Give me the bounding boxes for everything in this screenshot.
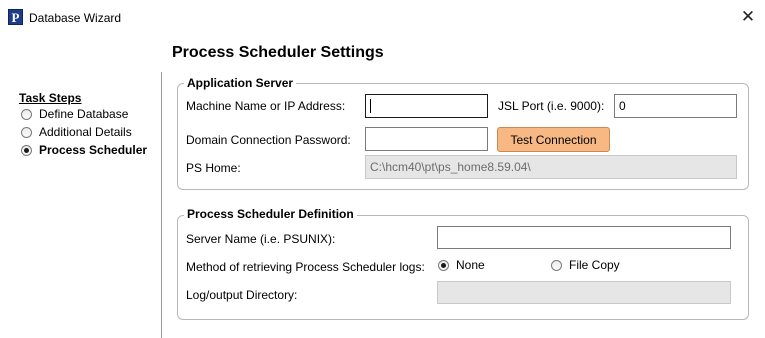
- step-radio-selected[interactable]: [21, 144, 32, 156]
- step-label: Additional Details: [39, 125, 132, 139]
- radio-unselected[interactable]: [551, 259, 562, 271]
- step-radio[interactable]: [21, 126, 32, 138]
- option-label: File Copy: [569, 258, 620, 272]
- text-caret: [370, 99, 371, 113]
- window-title: Database Wizard: [29, 11, 122, 25]
- step-process-scheduler[interactable]: Process Scheduler: [21, 142, 147, 158]
- process-scheduler-definition-legend: Process Scheduler Definition: [184, 207, 357, 221]
- log-method-label: Method of retrieving Process Scheduler l…: [186, 260, 425, 274]
- server-name-input[interactable]: [437, 226, 731, 249]
- server-name-label: Server Name (i.e. PSUNIX):: [186, 232, 336, 246]
- jsl-port-label: JSL Port (i.e. 9000):: [498, 99, 605, 113]
- domain-password-label: Domain Connection Password:: [186, 133, 351, 147]
- test-connection-button[interactable]: Test Connection: [497, 127, 610, 152]
- domain-password-input[interactable]: [365, 127, 488, 151]
- step-radio[interactable]: [21, 108, 32, 120]
- radio-selected[interactable]: [438, 259, 449, 271]
- application-server-legend: Application Server: [184, 76, 297, 90]
- page-title: Process Scheduler Settings: [172, 44, 384, 61]
- title-bar: P Database Wizard ✕: [0, 0, 765, 35]
- log-directory-label: Log/output Directory:: [186, 288, 298, 302]
- panel-divider: [161, 72, 162, 338]
- ps-home-label: PS Home:: [186, 161, 241, 175]
- log-directory-field: [437, 281, 731, 304]
- machine-name-label: Machine Name or IP Address:: [186, 99, 346, 113]
- ps-home-field: [365, 155, 737, 179]
- log-method-option-file-copy[interactable]: File Copy: [551, 258, 620, 272]
- app-icon: P: [8, 9, 23, 25]
- log-method-option-none[interactable]: None: [438, 258, 485, 272]
- option-label: None: [456, 258, 485, 272]
- step-label: Process Scheduler: [39, 143, 148, 157]
- machine-name-input[interactable]: [365, 94, 488, 118]
- step-define-database[interactable]: Define Database: [21, 106, 128, 122]
- step-label: Define Database: [39, 107, 129, 121]
- close-icon[interactable]: ✕: [736, 6, 760, 28]
- step-additional-details[interactable]: Additional Details: [21, 124, 132, 140]
- jsl-port-input[interactable]: [614, 94, 737, 118]
- task-steps-heading: Task Steps: [19, 91, 82, 105]
